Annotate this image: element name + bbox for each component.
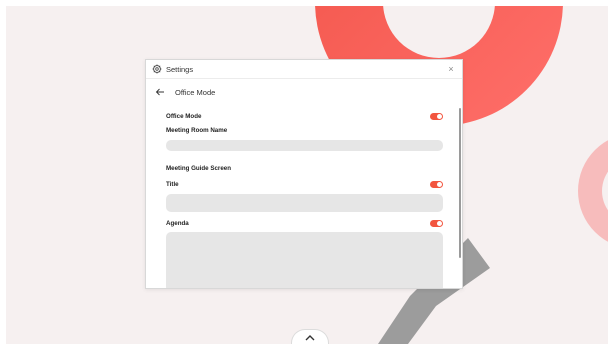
close-icon[interactable]: × xyxy=(446,64,456,74)
dialog-titlebar: Settings × xyxy=(146,60,462,79)
chevron-up-icon xyxy=(305,334,315,340)
page-header: Office Mode xyxy=(146,79,462,105)
dialog-scrollbar[interactable] xyxy=(459,108,461,258)
agenda-textarea[interactable] xyxy=(166,232,443,288)
agenda-row: Agenda xyxy=(166,216,443,230)
agenda-label: Agenda xyxy=(166,219,189,227)
dialog-title: Settings xyxy=(166,64,194,74)
meeting-guide-screen-label: Meeting Guide Screen xyxy=(166,164,231,172)
title-label: Title xyxy=(166,180,179,188)
title-input[interactable] xyxy=(166,194,443,212)
meeting-room-name-input[interactable] xyxy=(166,140,443,151)
settings-content: Office Mode Meeting Room Name Meeting Gu… xyxy=(146,109,462,288)
gear-icon xyxy=(152,64,162,74)
settings-dialog: Settings × Office Mode Office Mode Meeti… xyxy=(145,59,463,289)
arrow-left-icon xyxy=(155,88,164,96)
bottom-handle-button[interactable] xyxy=(291,329,329,344)
meeting-room-name-row: Meeting Room Name xyxy=(166,123,443,137)
page-title: Office Mode xyxy=(175,87,216,97)
agenda-toggle[interactable] xyxy=(430,219,443,227)
office-mode-label: Office Mode xyxy=(166,112,202,120)
back-button[interactable] xyxy=(155,87,165,97)
meeting-room-name-label: Meeting Room Name xyxy=(166,126,228,134)
office-mode-toggle[interactable] xyxy=(430,112,443,120)
title-row: Title xyxy=(166,177,443,191)
meeting-guide-screen-row: Meeting Guide Screen xyxy=(166,161,443,175)
title-toggle[interactable] xyxy=(430,180,443,188)
office-mode-row: Office Mode xyxy=(166,109,443,123)
